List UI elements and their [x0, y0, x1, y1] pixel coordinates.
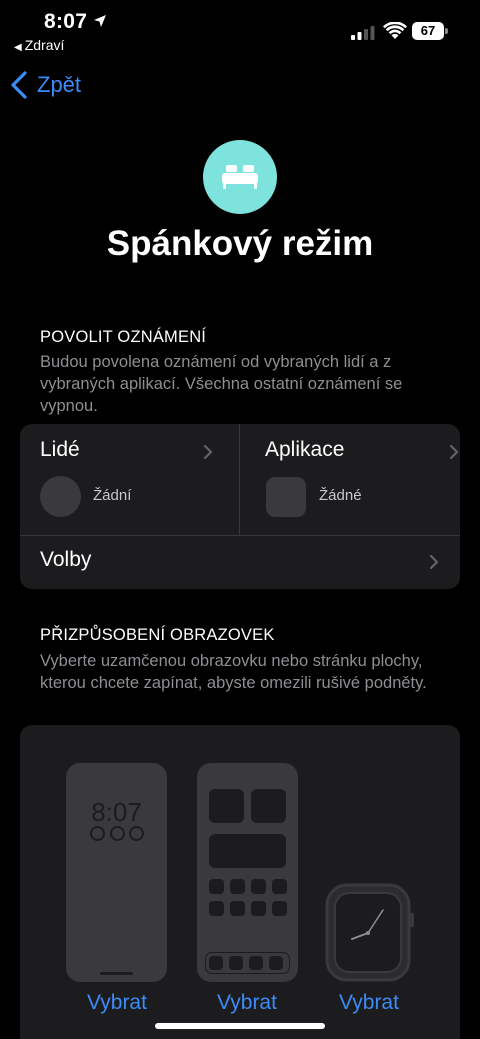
- app-icon-placeholder: [230, 901, 245, 916]
- home-indicator[interactable]: [155, 1023, 325, 1029]
- people-cell[interactable]: Lidé Žádní: [20, 424, 240, 535]
- options-label: Volby: [40, 548, 92, 571]
- app-icon-placeholder: [251, 901, 266, 916]
- apps-value: Žádné: [319, 487, 362, 504]
- app-icon-placeholder: [272, 879, 287, 894]
- lock-screen-preview[interactable]: 8:07: [66, 763, 167, 982]
- section-header-customize-screens: PŘIZPŮSOBENÍ OBRAZOVEK: [40, 626, 275, 644]
- chevron-right-icon: [429, 554, 439, 570]
- cellular-signal-icon: [351, 26, 375, 40]
- allow-notifications-card: Lidé Žádní Aplikace Žádné Volby: [20, 424, 460, 589]
- back-button[interactable]: Zpět: [10, 68, 81, 102]
- app-icon-placeholder: [229, 955, 243, 970]
- section-header-allow-notifications: POVOLIT OZNÁMENÍ: [40, 328, 207, 346]
- page-title: Spánkový režim: [106, 224, 374, 263]
- app-icon-placeholder: [209, 901, 224, 916]
- status-bar: 8:07 ◀ Zdraví 67: [0, 0, 480, 62]
- app-icon-placeholder: [209, 955, 223, 970]
- chevron-right-icon: [203, 444, 213, 460]
- bed-icon: [222, 165, 258, 189]
- app-icon-placeholder: [209, 879, 224, 894]
- people-value: Žádní: [93, 487, 132, 504]
- chevron-left-icon: [11, 71, 27, 99]
- app-icon-placeholder: [249, 955, 263, 970]
- sleep-focus-icon: [203, 140, 277, 214]
- app-icon-placeholder: [251, 879, 266, 894]
- section-description-allow-notifications: Budou povolena oznámení od vybraných lid…: [40, 353, 403, 415]
- apps-label: Aplikace: [265, 438, 345, 461]
- status-time: 8:07: [44, 10, 88, 33]
- apps-cell[interactable]: Aplikace Žádné: [241, 424, 460, 535]
- app-icon-placeholder: [272, 901, 287, 916]
- widget-placeholder: [251, 789, 286, 823]
- lock-screen-time: 8:07: [91, 797, 142, 827]
- options-row[interactable]: Volby: [20, 536, 460, 589]
- home-screen-preview[interactable]: [197, 763, 298, 982]
- back-triangle-icon: ◀: [14, 42, 22, 53]
- dock: [205, 952, 290, 974]
- battery-icon: 67: [412, 22, 448, 40]
- back-app-label: Zdraví: [24, 37, 65, 53]
- lock-screen-widgets: [90, 826, 144, 842]
- choose-lock-screen-button[interactable]: Vybrat: [57, 991, 177, 1015]
- choose-home-screen-button[interactable]: Vybrat: [187, 991, 307, 1015]
- back-button-label: Zpět: [37, 72, 82, 97]
- app-icon-placeholder: [230, 879, 245, 894]
- section-description-customize-screens: Vyberte uzamčenou obrazovku nebo stránku…: [40, 652, 427, 692]
- people-label: Lidé: [40, 438, 80, 461]
- app-icon-placeholder: [266, 477, 306, 517]
- choose-watch-face-button[interactable]: Vybrat: [309, 991, 429, 1015]
- watch-face-preview[interactable]: [325, 883, 415, 982]
- avatar-placeholder: [40, 476, 81, 517]
- app-icon-placeholder: [269, 955, 283, 970]
- wifi-icon: [383, 22, 407, 39]
- home-bar: [100, 972, 133, 975]
- customize-screens-card: 8:07 Vybrat Vybrat Vybrat: [20, 725, 460, 1039]
- widget-placeholder: [209, 789, 244, 823]
- location-arrow-icon: [94, 15, 106, 27]
- battery-level: 67: [412, 22, 444, 40]
- chevron-right-icon: [449, 444, 459, 460]
- back-to-app-link[interactable]: ◀ Zdraví: [14, 37, 64, 53]
- widget-placeholder: [209, 834, 286, 868]
